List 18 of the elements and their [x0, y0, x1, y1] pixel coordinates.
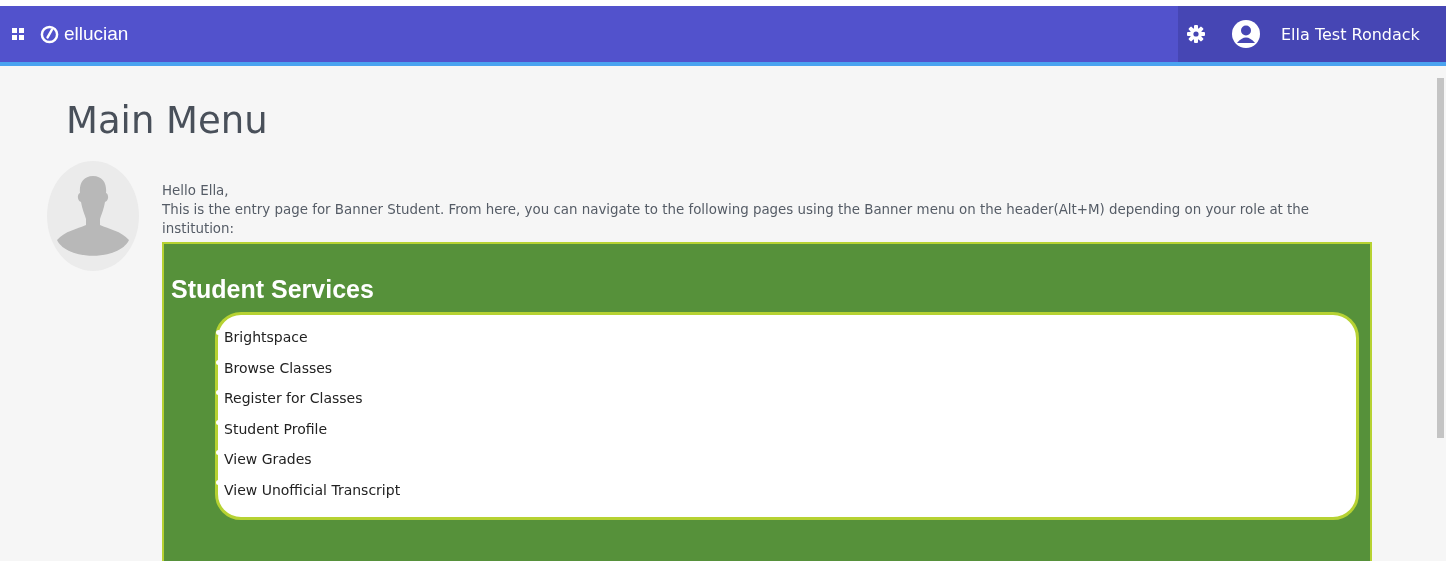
settings-icon[interactable] — [1186, 24, 1206, 44]
services-heading: Student Services — [171, 274, 375, 305]
brand-name[interactable]: ellucian — [64, 23, 129, 45]
intro-paragraph: This is the entry page for Banner Student. From here, you can navigate to the following pages using the Banner menu on the header(Alt+M) depending on your role at the institution: — [162, 201, 1311, 238]
scrollbar[interactable] — [1437, 78, 1444, 438]
user-avatar-icon[interactable] — [1231, 19, 1261, 49]
logo-icon — [40, 24, 59, 44]
service-link[interactable]: Brightspace — [224, 329, 308, 346]
user-name[interactable]: Ella Test Rondack — [1281, 24, 1420, 44]
menu-icon[interactable] — [12, 28, 24, 40]
service-link[interactable]: Browse Classes — [224, 359, 333, 376]
greeting-text: Hello Ella, — [162, 182, 230, 200]
page-title: Main Menu — [66, 98, 269, 144]
service-link[interactable]: Register for Classes — [224, 390, 363, 407]
service-link[interactable]: View Grades — [224, 451, 312, 468]
service-link[interactable]: View Unofficial Transcript — [224, 481, 401, 498]
service-link[interactable]: Student Profile — [224, 420, 328, 437]
avatar-icon — [47, 161, 139, 271]
